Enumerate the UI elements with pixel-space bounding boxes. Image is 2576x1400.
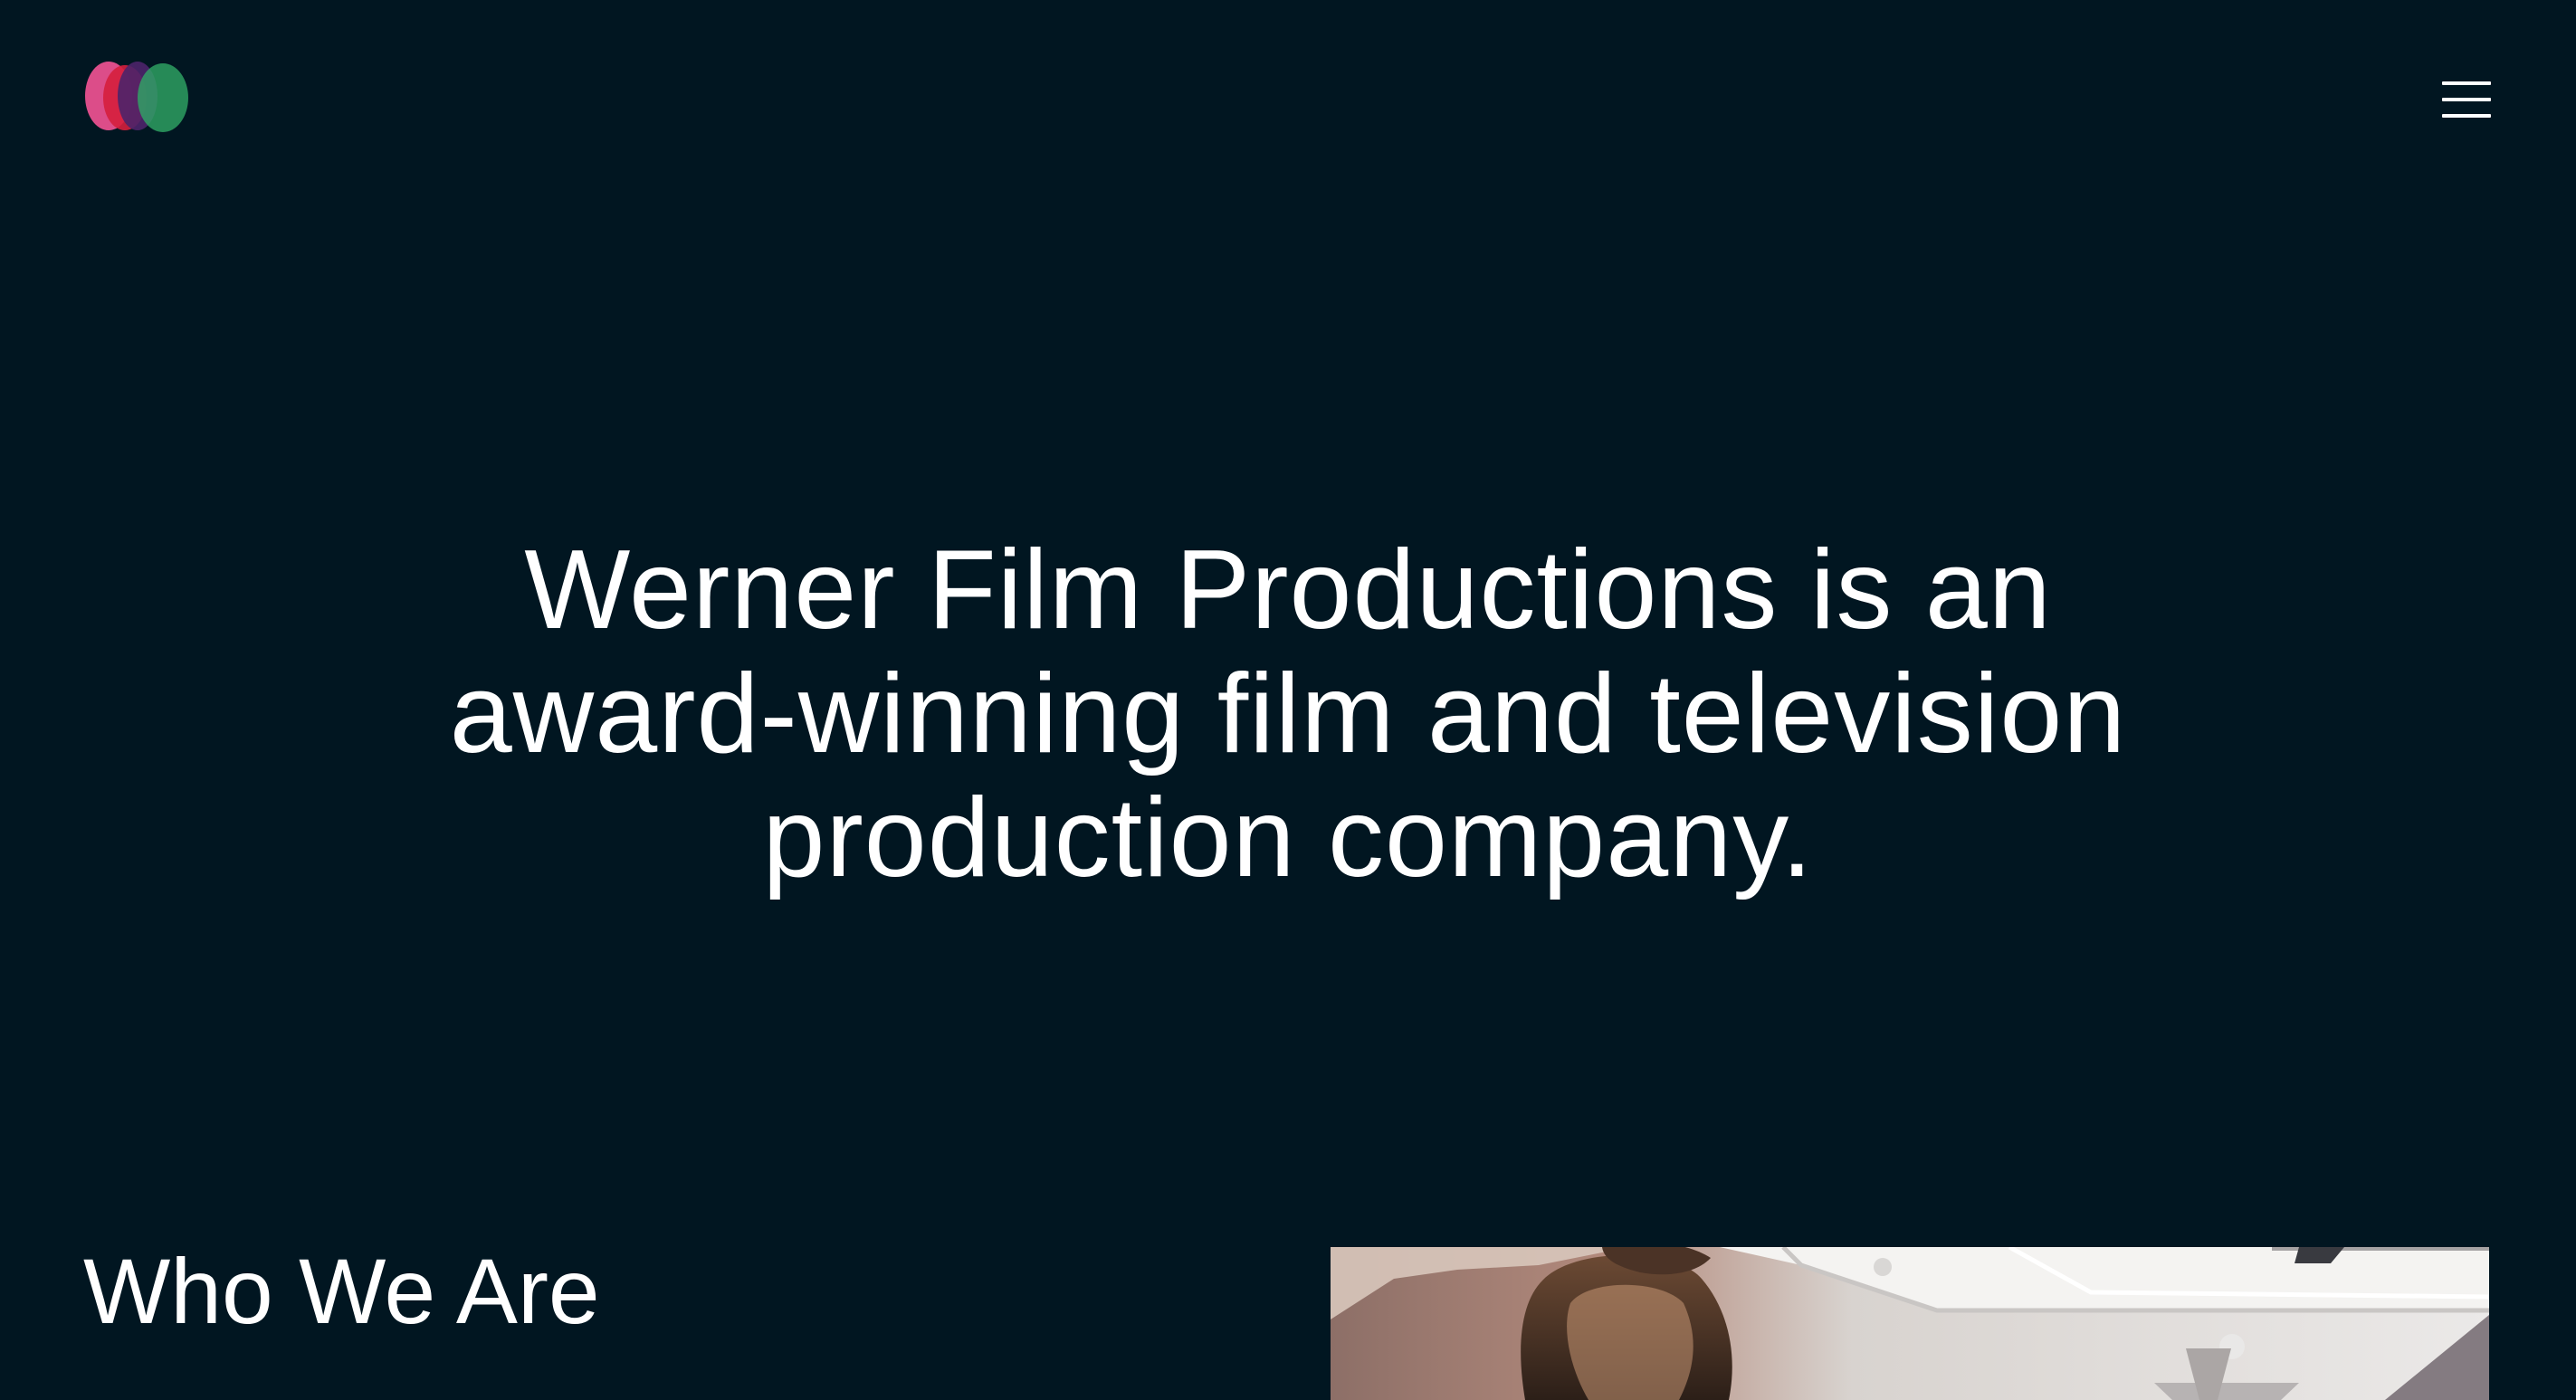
who-we-are-photo bbox=[1331, 1247, 2489, 1400]
hero-headline: Werner Film Productions is an award-winn… bbox=[449, 528, 2127, 900]
hamburger-menu-button[interactable] bbox=[2442, 81, 2491, 118]
hamburger-menu-icon-line bbox=[2442, 81, 2491, 85]
photo-image bbox=[1331, 1247, 2489, 1400]
hamburger-menu-icon-line bbox=[2442, 114, 2491, 118]
werner-logo[interactable] bbox=[83, 60, 194, 134]
logo-icon bbox=[85, 62, 188, 132]
who-we-are-title: Who We Are bbox=[83, 1240, 600, 1343]
hero-section: Werner Film Productions is an award-winn… bbox=[0, 529, 2576, 900]
hamburger-menu-icon-line bbox=[2442, 98, 2491, 101]
